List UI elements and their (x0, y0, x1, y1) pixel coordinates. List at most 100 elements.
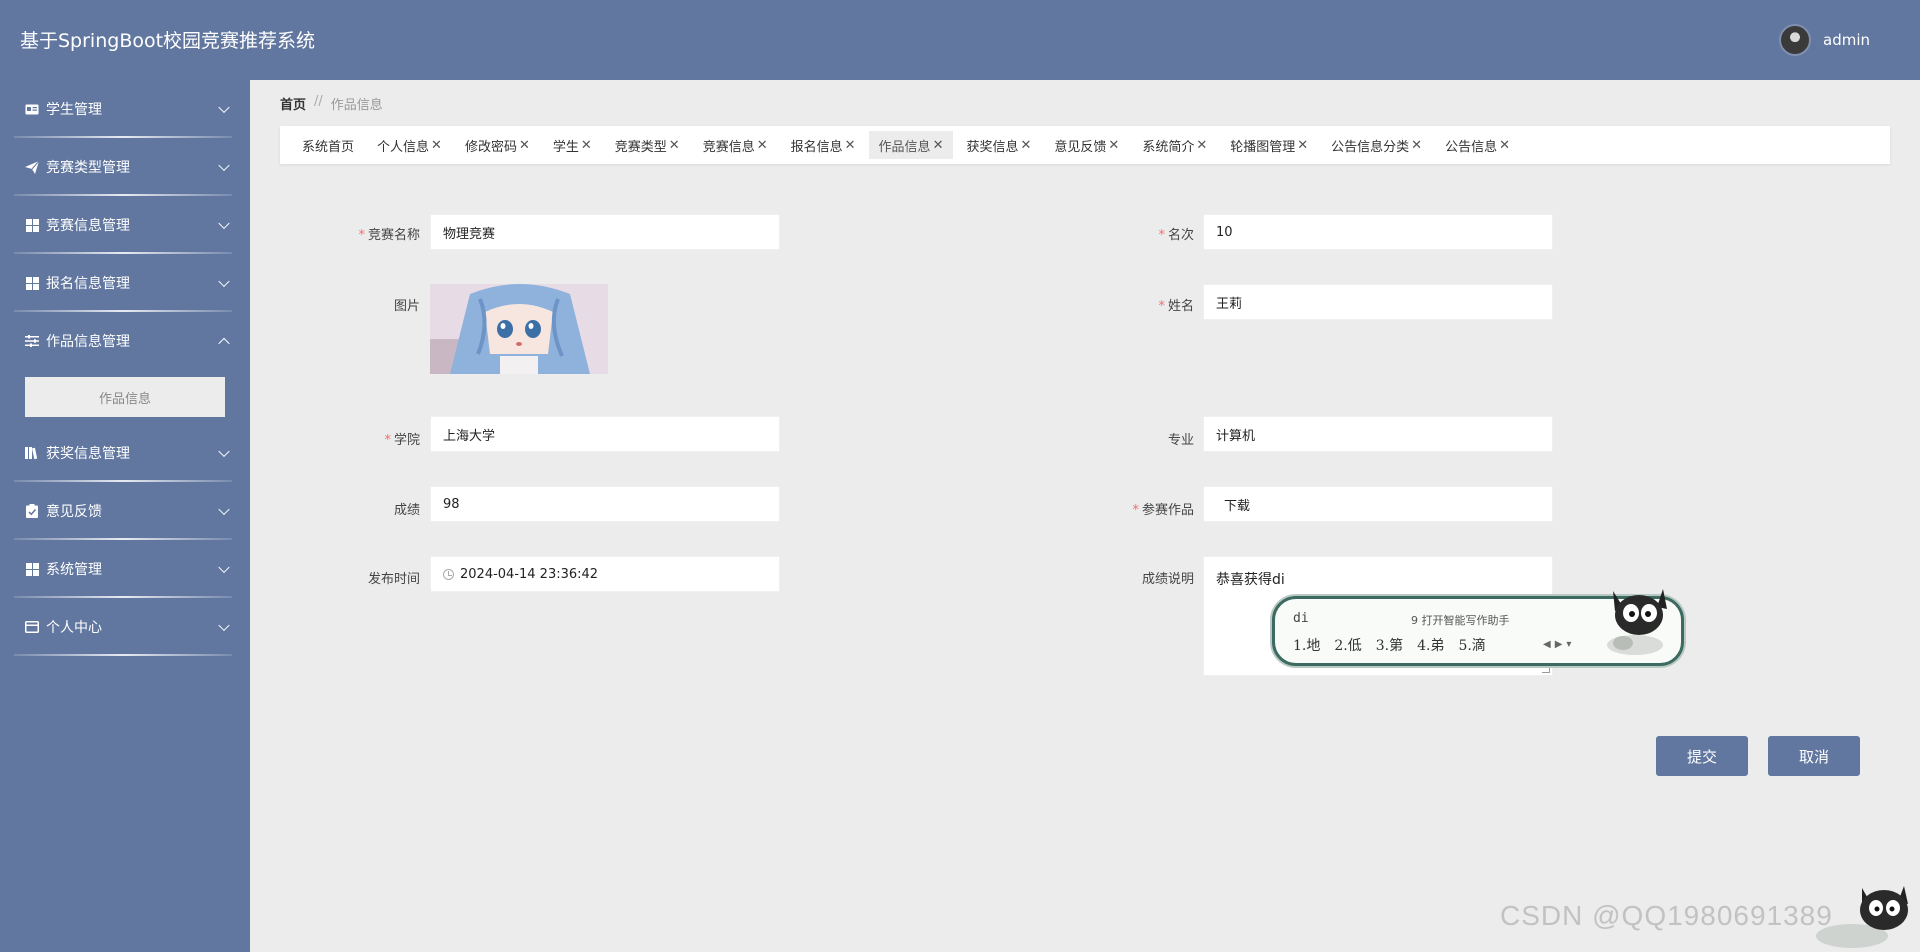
close-icon[interactable]: ✕ (1196, 138, 1207, 153)
work-image[interactable] (430, 284, 608, 374)
tab-works-info[interactable]: 作品信息 ✕ (868, 131, 954, 159)
field-value: 2024-04-14 23:36:42 (460, 566, 599, 582)
close-icon[interactable]: ✕ (1411, 138, 1422, 153)
publish-time-field[interactable]: 2024-04-14 23:36:42 (430, 556, 780, 592)
resize-handle[interactable] (1542, 665, 1550, 673)
close-icon[interactable]: ✕ (431, 138, 442, 153)
sidebar-item-label: 个人中心 (46, 620, 102, 636)
sidebar-item-registration-info[interactable]: 报名信息管理 (0, 254, 250, 312)
top-bar: 基于SpringBoot校园竞赛推荐系统 admin (0, 0, 1920, 80)
sidebar-item-system[interactable]: 系统管理 (0, 540, 250, 598)
card-icon (24, 621, 40, 633)
sidebar-item-competition-types[interactable]: 竞赛类型管理 (0, 138, 250, 196)
major-label: 专业 (1167, 433, 1194, 448)
major-field[interactable]: 计算机 (1203, 416, 1553, 452)
tab-registration-info[interactable]: 报名信息 ✕ (781, 131, 866, 159)
chevron-down-icon (218, 101, 230, 114)
field-value: 物理竞赛 (443, 226, 496, 242)
user-menu[interactable]: admin (1779, 24, 1870, 56)
download-link[interactable]: 下载 (1224, 495, 1250, 514)
tab-change-password[interactable]: 修改密码 ✕ (455, 131, 540, 159)
chevron-up-icon (218, 337, 230, 350)
tab-label: 系统首页 (302, 139, 355, 155)
field-value: 98 (443, 496, 460, 512)
tab-label: 公告信息分类 (1331, 139, 1410, 155)
field-value: 10 (1216, 224, 1233, 240)
tab-label: 竞赛信息 (702, 139, 755, 155)
close-icon[interactable]: ✕ (933, 138, 944, 153)
sidebar-item-works-management[interactable]: 作品信息管理 (0, 312, 250, 370)
close-icon[interactable]: ✕ (1020, 138, 1031, 153)
close-icon[interactable]: ✕ (669, 138, 680, 153)
ime-assist-link[interactable]: 9 打开智能写作助手 (1411, 612, 1510, 628)
tab-home[interactable]: 系统首页 (292, 131, 364, 159)
student-name-field[interactable]: 王莉 (1203, 284, 1553, 320)
breadcrumb: 首页 // 作品信息 (280, 94, 383, 113)
sidebar-item-awards[interactable]: 获奖信息管理 (0, 424, 250, 482)
tab-system-intro[interactable]: 系统简介 ✕ (1132, 131, 1217, 159)
field-value: 王莉 (1216, 296, 1243, 312)
next-page-icon[interactable]: ▶ (1555, 639, 1563, 650)
tab-label: 学生 (552, 139, 579, 155)
tab-label: 作品信息 (878, 139, 931, 155)
username[interactable]: admin (1823, 31, 1870, 49)
ime-candidate-window: di 9 打开智能写作助手 1.地 2.低 3.第 4.弟 5.滴 ◀ ▶ ▾ (1272, 589, 1684, 666)
competition-name-label: * 竞赛名称 (358, 228, 420, 243)
tab-competition-info[interactable]: 竞赛信息 ✕ (693, 131, 778, 159)
expand-icon[interactable]: ▾ (1566, 639, 1571, 650)
tab-label: 报名信息 (790, 139, 843, 155)
score-label: 成绩 (393, 503, 420, 518)
chevron-down-icon (218, 159, 230, 172)
cancel-button[interactable]: 取消 (1768, 736, 1860, 776)
sidebar-item-label: 竞赛类型管理 (46, 160, 130, 176)
tab-label: 轮播图管理 (1230, 139, 1296, 155)
competition-name-field[interactable]: 物理竞赛 (430, 214, 780, 250)
sidebar-item-students[interactable]: 学生管理 (0, 80, 250, 138)
ime-page-nav[interactable]: ◀ ▶ ▾ (1543, 639, 1571, 650)
prev-page-icon[interactable]: ◀ (1543, 639, 1551, 650)
ime-pinyin: di (1293, 611, 1309, 626)
close-icon[interactable]: ✕ (845, 138, 856, 153)
breadcrumb-home[interactable]: 首页 (280, 94, 306, 113)
rank-field[interactable]: 10 (1203, 214, 1553, 250)
corner-cat-icon (1816, 886, 1908, 948)
tab-awards-info[interactable]: 获奖信息 ✕ (956, 131, 1041, 159)
sidebar-item-personal-center[interactable]: 个人中心 (0, 598, 250, 656)
tab-notice-category[interactable]: 公告信息分类 ✕ (1321, 131, 1432, 159)
sidebar-subitem-works-info[interactable]: 作品信息 (25, 377, 225, 417)
college-field[interactable]: 上海大学 (430, 416, 780, 452)
tab-students[interactable]: 学生 ✕ (543, 131, 602, 159)
rank-label: * 名次 (1158, 228, 1194, 243)
close-icon[interactable]: ✕ (1499, 138, 1510, 153)
submenu-works: 作品信息 (0, 370, 250, 424)
tab-label: 意见反馈 (1054, 139, 1107, 155)
id-card-icon (24, 104, 40, 115)
close-icon[interactable]: ✕ (519, 138, 530, 153)
avatar[interactable] (1779, 24, 1811, 56)
chevron-down-icon (218, 275, 230, 288)
close-icon[interactable]: ✕ (581, 138, 592, 153)
student-name-label: * 姓名 (1158, 299, 1194, 314)
work-download-field[interactable]: 下载 (1203, 486, 1553, 522)
ime-candidate[interactable]: 3.第 (1376, 635, 1403, 655)
ime-candidate[interactable]: 2.低 (1334, 635, 1361, 655)
tab-personal-info[interactable]: 个人信息 ✕ (367, 131, 452, 159)
sidebar-item-label: 学生管理 (46, 102, 102, 118)
sidebar-item-competition-info[interactable]: 竞赛信息管理 (0, 196, 250, 254)
sidebar-item-feedback[interactable]: 意见反馈 (0, 482, 250, 540)
work-label: * 参赛作品 (1132, 503, 1194, 518)
ime-candidate[interactable]: 1.地 (1293, 635, 1320, 655)
ime-candidate[interactable]: 4.弟 (1417, 635, 1444, 655)
sidebar: 学生管理 竞赛类型管理 竞赛信息管理 报名信息管理 作品信息管理 作品信息 获奖… (0, 80, 250, 952)
submit-button[interactable]: 提交 (1656, 736, 1748, 776)
close-icon[interactable]: ✕ (1108, 138, 1119, 153)
tab-carousel[interactable]: 轮播图管理 ✕ (1220, 131, 1318, 159)
tab-feedback[interactable]: 意见反馈 ✕ (1044, 131, 1129, 159)
score-field[interactable]: 98 (430, 486, 780, 522)
tab-competition-types[interactable]: 竞赛类型 ✕ (605, 131, 690, 159)
ime-candidate[interactable]: 5.滴 (1458, 635, 1485, 655)
clock-icon (443, 568, 454, 580)
close-icon[interactable]: ✕ (757, 138, 768, 153)
tab-notice-info[interactable]: 公告信息 ✕ (1435, 131, 1520, 159)
close-icon[interactable]: ✕ (1297, 138, 1308, 153)
